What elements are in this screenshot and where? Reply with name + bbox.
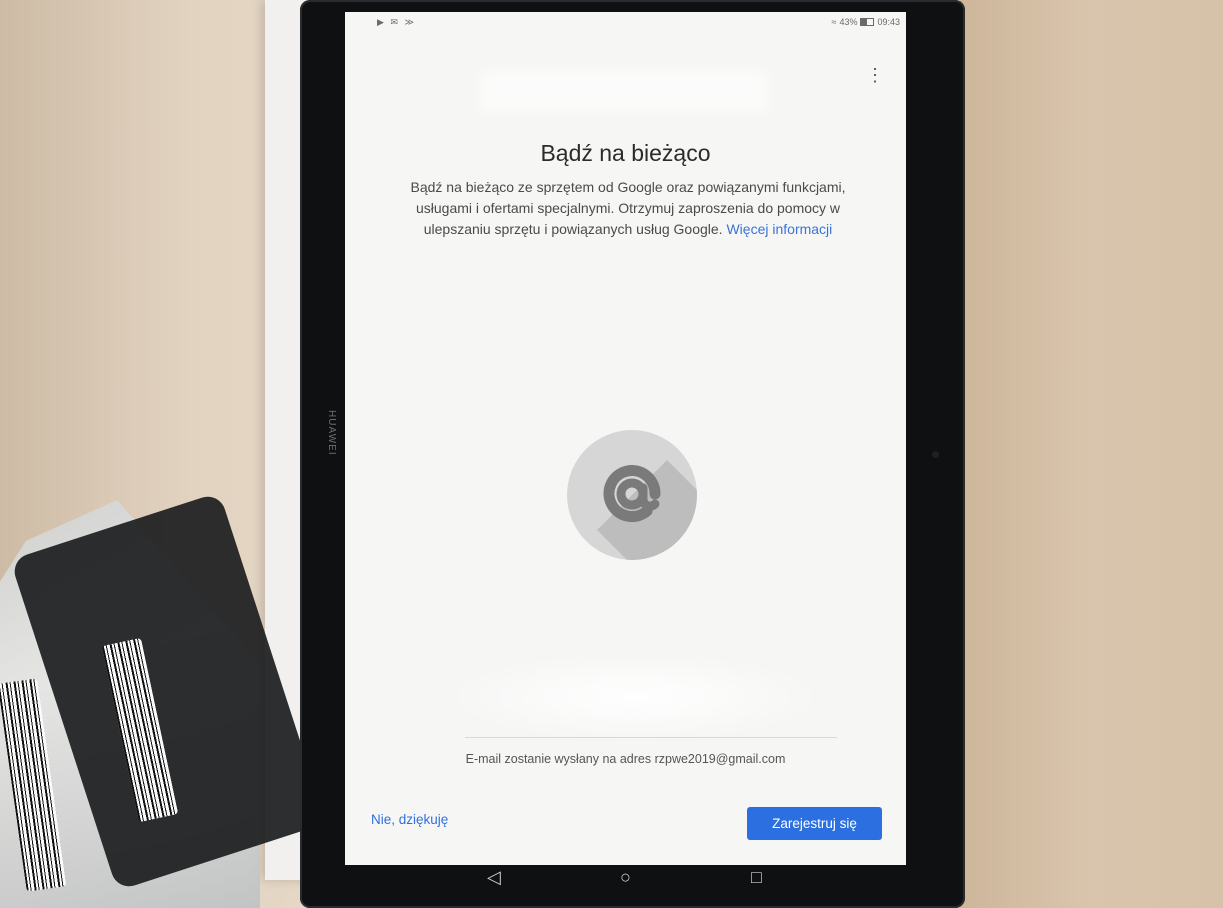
back-icon[interactable]: ◁ [487,867,501,888]
status-bar: ▶ ✉ ≫ ≈ 43% 09:43 [345,12,906,32]
camera-icon [932,451,939,458]
navigation-bar: ◁ ○ □ [345,865,906,899]
battery-icon [860,18,875,26]
at-sign-icon [567,430,697,560]
notification-icons: ▶ ✉ ≫ [377,17,416,27]
divider [465,737,837,738]
screen-glare [479,70,769,112]
decline-button[interactable]: Nie, dziękuję [371,812,448,827]
email-note: E-mail zostanie wysłany na adres rzpwe20… [465,752,786,766]
tablet-screen: ▶ ✉ ≫ ≈ 43% 09:43 ⋮ Bądź na bieżąco Bądź… [345,12,906,865]
screen-glare [445,652,825,742]
brand-label: HUAWEI [326,410,337,456]
more-info-link[interactable]: Więcej informacji [726,221,832,237]
page-title: Bądź na bieżąco [540,140,711,166]
clock: 09:43 [877,17,900,27]
wifi-icon: ≈ [831,17,837,27]
description: Bądź na bieżąco ze sprzętem od Google or… [383,177,873,240]
register-button[interactable]: Zarejestruj się [747,807,882,840]
table-surface-right [960,0,1223,908]
battery-percent: 43% [839,17,858,27]
home-icon[interactable]: ○ [620,867,631,888]
status-indicators: ≈ 43% 09:43 [832,17,901,27]
more-options-icon[interactable]: ⋮ [866,66,884,84]
recent-apps-icon[interactable]: □ [751,867,762,888]
